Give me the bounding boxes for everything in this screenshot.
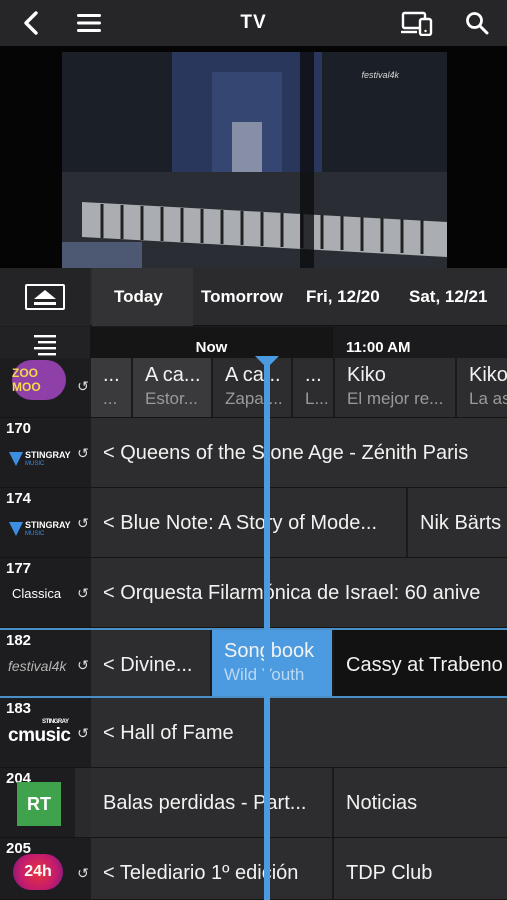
channel-number: 174 (6, 490, 32, 507)
channel-logo: festival4k (8, 658, 67, 674)
channel-row: 204 RT Balas perdidas - Part... Noticias (0, 768, 507, 838)
channel-row: 183 STINGRAY cmusic ↺ < Hall of Fame (0, 698, 507, 768)
back-button[interactable] (8, 0, 54, 46)
program-cell[interactable]: Nik Bärts (408, 488, 507, 557)
channel-row: 177 Classica ↺ < Orquesta Filarmónica de… (0, 558, 507, 628)
tab-today[interactable]: Today (114, 268, 163, 326)
channel-row: ZOO MOO ↺ ...... A ca... Estor... A ca...… (0, 358, 507, 418)
channel-logo: Classica (12, 586, 62, 601)
replay-icon[interactable]: ↺ (75, 488, 91, 557)
replay-icon[interactable]: ↺ (75, 358, 91, 417)
program-cell[interactable]: < Telediario 1º edición (91, 838, 334, 899)
program-cell[interactable]: < Hall of Fame (91, 698, 507, 767)
program-cell[interactable]: Cassy at Trabeno (334, 630, 507, 696)
cast-devices-button[interactable] (394, 0, 440, 46)
program-cell[interactable]: Kiko La as (457, 358, 507, 417)
replay-icon[interactable]: ↺ (75, 630, 91, 696)
channel-cell[interactable]: 177 Classica (0, 558, 75, 627)
channel-cell[interactable]: 170 STINGRAY MUSIC (0, 418, 75, 487)
filter-list-icon (34, 335, 56, 356)
replay-icon[interactable]: ↺ (75, 418, 91, 487)
now-indicator-line (264, 360, 270, 900)
channel-cell[interactable]: 182 festival4k (0, 630, 75, 696)
video-player[interactable]: festival4k (0, 46, 507, 268)
program-cell[interactable]: ... L... (293, 358, 335, 417)
program-cell-playing[interactable]: SongbookWild Youth (212, 630, 334, 696)
channel-number: 177 (6, 560, 32, 577)
channel-row: 205 24h ↺ < Telediario 1º edición TDP Cl… (0, 838, 507, 900)
tab-tomorrow[interactable]: Tomorrow (201, 268, 283, 326)
channel-cell[interactable]: 204 RT (0, 768, 75, 837)
channel-number: 182 (6, 632, 32, 649)
program-cell[interactable]: < Divine... (91, 630, 212, 696)
search-button[interactable] (454, 0, 500, 46)
chevron-left-icon (24, 11, 38, 35)
eject-icon (25, 284, 65, 310)
channel-cell[interactable]: 205 24h (0, 838, 75, 899)
channel-cell[interactable]: ZOO MOO (0, 358, 75, 417)
program-cell[interactable]: A ca... Zapat... (213, 358, 293, 417)
program-cell[interactable]: ...... (91, 358, 133, 417)
video-frame: festival4k (62, 52, 447, 268)
program-cell[interactable]: < Blue Note: A Story of Mode... (91, 488, 408, 557)
channel-cell[interactable]: 183 STINGRAY cmusic (0, 698, 75, 767)
now-indicator-marker (255, 356, 279, 368)
replay-icon[interactable]: ↺ (75, 558, 91, 627)
channel-row: 170 STINGRAY MUSIC ↺ < Queens of the Ston… (0, 418, 507, 488)
channel-logo: RT (17, 782, 61, 826)
replay-spacer (75, 768, 91, 837)
top-bar: TV (0, 0, 507, 46)
tab-sat[interactable]: Sat, 12/21 (409, 268, 487, 326)
channel-number: 183 (6, 700, 32, 717)
channel-logo: STINGRAY MUSIC (9, 520, 71, 540)
channel-row-selected: 182 festival4k ↺ < Divine... SongbookWil… (0, 628, 507, 698)
channel-logo: STINGRAY MUSIC (9, 450, 71, 470)
channel-logo: ZOO MOO (12, 360, 66, 400)
program-cell[interactable]: Noticias (334, 768, 507, 837)
menu-button[interactable] (66, 0, 112, 46)
program-cell[interactable]: TDP Club (334, 838, 507, 899)
program-cell[interactable]: < Queens of the Stone Age - Zénith Paris (91, 418, 507, 487)
program-cell[interactable]: Balas perdidas - Part... (91, 768, 334, 837)
tab-fri[interactable]: Fri, 12/20 (306, 268, 380, 326)
hamburger-icon (77, 14, 101, 32)
replay-icon[interactable]: ↺ (75, 698, 91, 767)
channel-logo: 24h (13, 854, 63, 890)
channel-logo: STINGRAY cmusic (8, 719, 71, 746)
devices-icon (401, 11, 433, 36)
replay-icon[interactable]: ↺ (75, 838, 91, 899)
channel-cell[interactable]: 174 STINGRAY MUSIC (0, 488, 75, 557)
program-cell[interactable]: < Orquesta Filarmónica de Israel: 60 ani… (91, 558, 507, 627)
channel-row: 174 STINGRAY MUSIC ↺ < Blue Note: A Story… (0, 488, 507, 558)
collapse-player-button[interactable] (0, 268, 90, 326)
program-cell[interactable]: A ca... Estor... (133, 358, 213, 417)
video-still (62, 52, 447, 268)
date-tab-bar: Today Tomorrow Fri, 12/20 Sat, 12/21 (0, 268, 507, 326)
video-channel-logo: festival4k (361, 70, 399, 80)
channel-number: 170 (6, 420, 32, 437)
search-icon (466, 12, 489, 35)
program-cell[interactable]: Kiko El mejor re... (335, 358, 457, 417)
